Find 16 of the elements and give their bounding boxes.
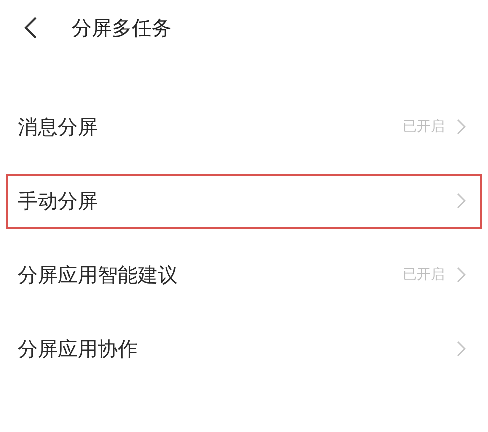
- status-text: 已开启: [403, 118, 445, 136]
- settings-row[interactable]: 分屏应用智能建议 已开启: [6, 248, 482, 302]
- chevron-icon: [457, 341, 466, 357]
- settings-row[interactable]: 手动分屏: [6, 174, 482, 228]
- back-icon[interactable]: [24, 16, 38, 40]
- status-text: 已开启: [403, 266, 445, 284]
- chevron-icon: [457, 267, 466, 283]
- row-label: 分屏应用智能建议: [18, 262, 178, 288]
- chevron-icon: [457, 193, 466, 209]
- row-label: 消息分屏: [18, 114, 98, 140]
- settings-row[interactable]: 消息分屏 已开启: [6, 100, 482, 154]
- page-title: 分屏多任务: [72, 14, 172, 42]
- settings-row[interactable]: 分屏应用协作: [6, 322, 482, 376]
- row-label: 手动分屏: [18, 188, 98, 214]
- row-label: 分屏应用协作: [18, 336, 138, 362]
- chevron-icon: [457, 119, 466, 135]
